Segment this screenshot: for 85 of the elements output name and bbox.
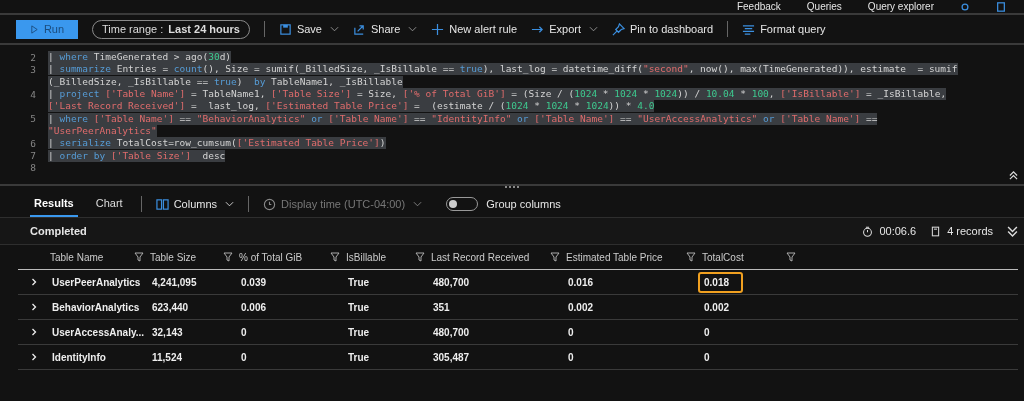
table-cell-text: 0.002 [567, 300, 595, 315]
document-icon [930, 225, 942, 237]
table-cell-text: 0 [567, 325, 575, 340]
filter-icon[interactable] [415, 252, 425, 262]
line-number: 5 [29, 113, 37, 125]
splitter-handle[interactable] [505, 186, 519, 190]
chevron-down-icon [588, 26, 598, 32]
table-cell-text: 0.006 [240, 300, 268, 315]
toolbar-action[interactable]: Save [278, 22, 339, 36]
table-cell-text: UserAccessAnaly... [51, 325, 146, 340]
table-cell-text: 11,524 [151, 350, 184, 365]
toolbar-action[interactable]: Pin to dashboard [611, 22, 714, 36]
line-number: 2 [29, 51, 37, 63]
filter-icon[interactable] [686, 252, 696, 262]
table-cell-text: 480,700 [432, 275, 471, 290]
clock-icon [263, 197, 277, 211]
line-number: 8 [29, 162, 37, 174]
top-link[interactable]: Queries [806, 1, 842, 12]
record-count: 4 records [947, 225, 993, 237]
filter-icon[interactable] [550, 252, 560, 262]
table-cell-text: True [347, 275, 371, 290]
table-cell-text: UserPeerAnalytics [51, 275, 142, 290]
column-header[interactable]: Last Record Received [431, 251, 530, 263]
chevron-down-icon [225, 201, 235, 207]
table-cell-text: 0 [567, 350, 575, 365]
toolbar-action[interactable]: Share [352, 22, 418, 36]
table-cell-text: True [347, 300, 371, 315]
filter-icon[interactable] [223, 252, 233, 262]
stopwatch-icon [862, 225, 874, 237]
chevron-down-icon [413, 201, 423, 207]
line-number: 7 [29, 150, 37, 161]
column-header[interactable]: Table Name [50, 251, 104, 263]
line-number: 3 [29, 63, 37, 75]
table-cell-text: 32,143 [151, 325, 184, 340]
columns-button[interactable]: Columns [155, 197, 235, 211]
column-header[interactable]: % of Total GiB [239, 251, 303, 263]
status-text: Completed [30, 225, 87, 237]
expand-caret-icon[interactable] [30, 353, 38, 361]
lines-icon [742, 22, 756, 36]
table-cell-text: 0 [240, 325, 248, 340]
chevron-down-icon [329, 26, 339, 32]
toolbar-action[interactable]: Export [531, 22, 598, 36]
column-header[interactable]: IsBillable [346, 251, 387, 263]
pin-icon [611, 22, 625, 36]
table-cell-text: 0 [240, 350, 248, 365]
toolbar-action[interactable]: New alert rule [431, 22, 518, 36]
table-cell-text: 0.016 [567, 275, 595, 290]
results-tab[interactable]: Chart [91, 191, 127, 217]
chevron-down-icon [408, 26, 418, 32]
filter-icon[interactable] [786, 252, 796, 262]
table-cell-text: True [347, 350, 371, 365]
table-cell-text: True [347, 325, 371, 340]
top-link[interactable]: Feedback [736, 1, 781, 12]
top-link[interactable]: Query explorer [867, 1, 934, 12]
table-cell-text: 305,487 [432, 350, 471, 365]
table-cell-text: 0 [703, 325, 711, 340]
collapse-icon[interactable] [1009, 171, 1018, 180]
table-cell-text: 0.039 [240, 275, 268, 290]
play-icon [29, 24, 39, 34]
table-cell-text: 480,700 [432, 325, 471, 340]
expand-caret-icon[interactable] [30, 328, 38, 336]
table-cell-text: IdentityInfo [51, 350, 107, 365]
table-cell-text: 4,241,095 [151, 275, 198, 290]
duration-text: 00:06.6 [879, 225, 917, 237]
table-cell-text: 0 [703, 350, 711, 365]
toggle-label: Group columns [486, 198, 561, 210]
share-icon [352, 22, 366, 36]
columns-icon [155, 197, 169, 211]
table-cell-text: BehaviorAnalytics [51, 300, 141, 315]
filter-icon[interactable] [330, 252, 340, 262]
toolbar-action[interactable]: Format query [742, 22, 826, 36]
table-cell-text: 351 [432, 300, 451, 315]
table-cell-text: 623,440 [151, 300, 190, 315]
table-cell-text: 0.002 [703, 300, 731, 315]
expand-caret-icon[interactable] [30, 278, 38, 286]
expand-caret-icon[interactable] [30, 303, 38, 311]
column-header[interactable]: Estimated Table Price [566, 251, 663, 263]
line-number: 6 [29, 137, 37, 149]
table-cell: 0.018 [698, 271, 744, 293]
plus-icon [431, 22, 445, 36]
column-header[interactable]: TotalCost [702, 251, 744, 263]
expand-icon[interactable] [1007, 225, 1018, 237]
line-number: 4 [29, 88, 37, 100]
column-header[interactable]: Table Size [150, 251, 197, 263]
filter-icon[interactable] [134, 252, 144, 262]
